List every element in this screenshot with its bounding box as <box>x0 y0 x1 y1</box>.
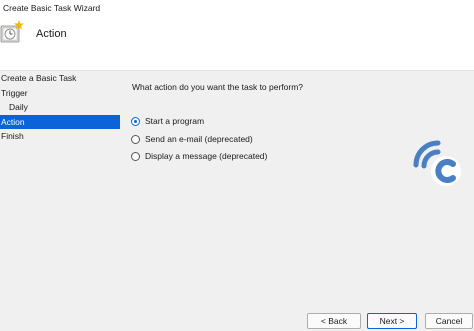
sidebar-item-action[interactable]: Action <box>0 114 120 129</box>
title-bar: Create Basic Task Wizard <box>0 0 474 16</box>
logo-icon <box>413 140 461 186</box>
option-label: Display a message (deprecated) <box>145 151 268 161</box>
option-start-program[interactable]: Start a program <box>131 115 204 127</box>
clock-icon <box>0 20 24 43</box>
sidebar-item-trigger[interactable]: Trigger <box>0 86 120 101</box>
option-send-email[interactable]: Send an e-mail (deprecated) <box>131 133 253 145</box>
wizard-header: Action <box>0 16 474 71</box>
sidebar-item-create-basic-task[interactable]: Create a Basic Task <box>0 71 120 86</box>
next-button[interactable]: Next > <box>367 313 417 329</box>
sidebar-item-daily[interactable]: Daily <box>0 100 120 115</box>
action-question: What action do you want the task to perf… <box>132 82 304 92</box>
steps-sidebar: Create a Basic Task Trigger Daily Action… <box>0 71 120 144</box>
cancel-button[interactable]: Cancel <box>425 313 473 329</box>
display-message-radio[interactable] <box>131 151 140 161</box>
option-label: Send an e-mail (deprecated) <box>145 134 253 144</box>
start-program-radio[interactable] <box>131 116 140 126</box>
send-email-radio[interactable] <box>131 134 140 144</box>
sidebar-item-finish[interactable]: Finish <box>0 129 120 144</box>
back-button[interactable]: < Back <box>307 313 361 329</box>
button-row: < Back Next > Cancel <box>0 313 474 329</box>
option-display-message[interactable]: Display a message (deprecated) <box>131 150 267 162</box>
option-label: Start a program <box>145 116 205 126</box>
page-title: Action <box>36 28 67 40</box>
window-title: Create Basic Task Wizard <box>3 3 101 13</box>
wizard-body: Create a Basic Task Trigger Daily Action… <box>0 71 474 331</box>
